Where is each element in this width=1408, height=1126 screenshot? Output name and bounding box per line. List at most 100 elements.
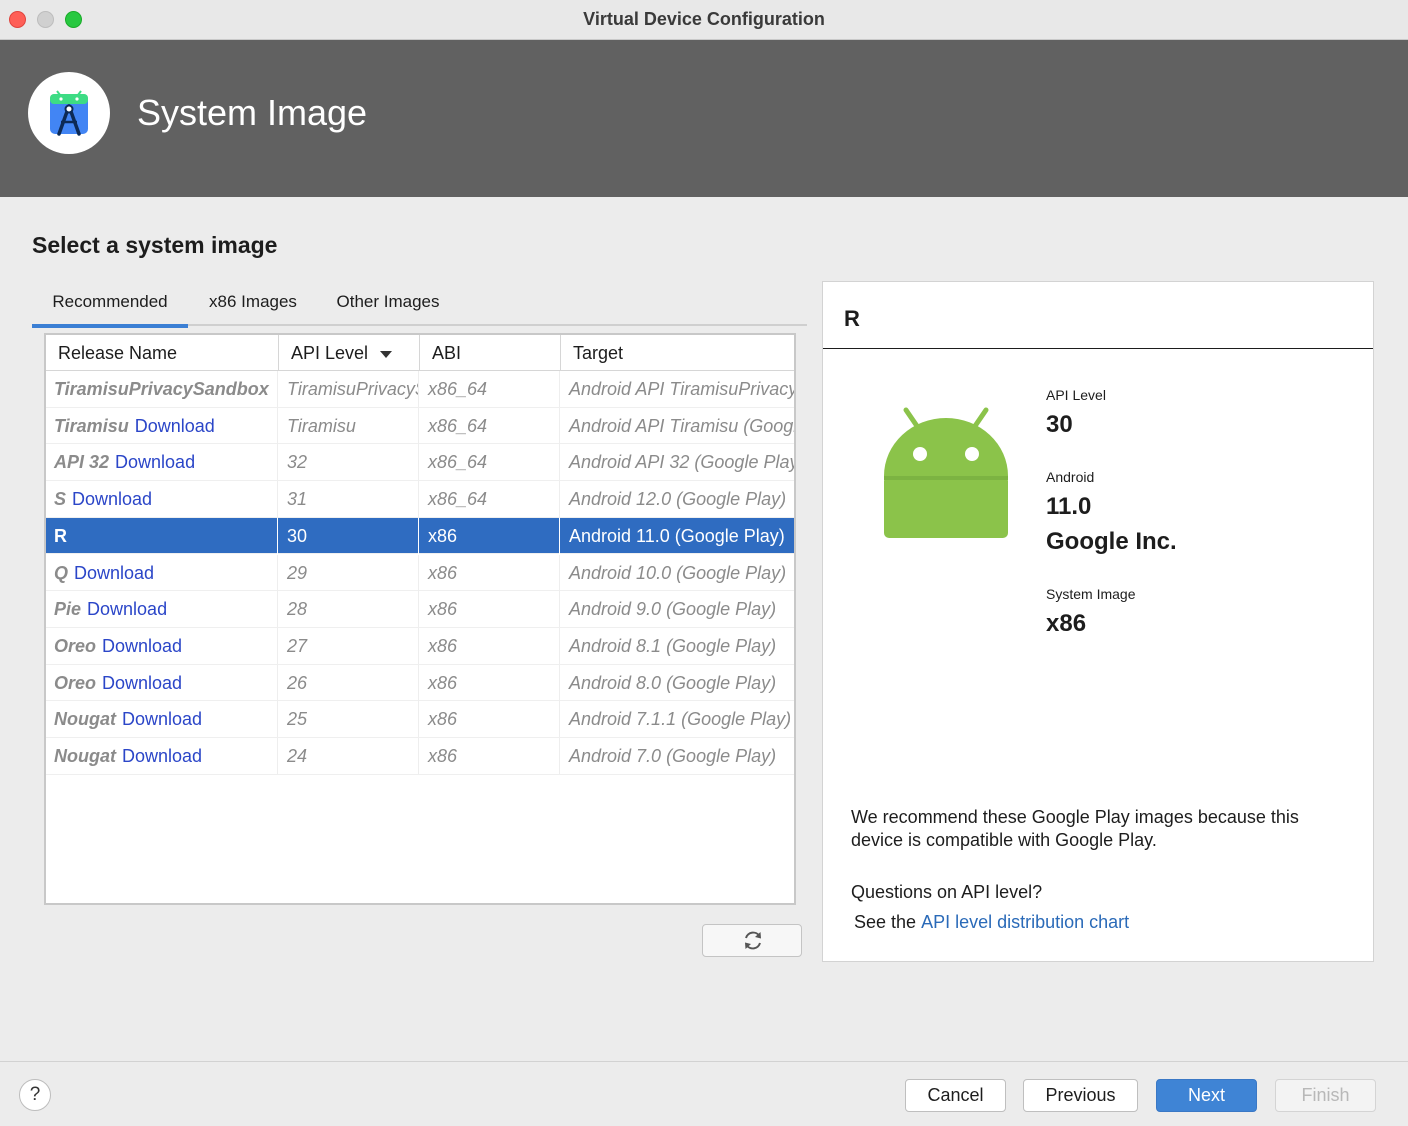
- android-robot-icon: [881, 404, 1011, 549]
- download-link[interactable]: Download: [87, 599, 167, 619]
- sort-descending-icon: [380, 350, 393, 358]
- column-header-release-name[interactable]: Release Name: [46, 335, 279, 371]
- target-cell: Android API Tiramisu (Google Play): [569, 415, 794, 436]
- release-name: Oreo: [54, 635, 97, 656]
- table-row[interactable]: Nougat Download 25 x86 Android 7.1.1 (Google…: [46, 701, 794, 738]
- download-link[interactable]: Download: [72, 489, 152, 509]
- abi-cell: x86: [420, 664, 560, 701]
- column-header-target[interactable]: Target: [561, 335, 794, 371]
- download-link[interactable]: Download: [74, 563, 154, 583]
- help-button[interactable]: ?: [19, 1079, 51, 1111]
- table-row[interactable]: Pie Download 28 x86 Android 9.0 (Google Play…: [46, 591, 794, 628]
- release-name-cell: S Download: [46, 481, 278, 518]
- target-cell: Android 9.0 (Google Play): [569, 599, 777, 620]
- release-name-cell: Nougat Download: [46, 738, 278, 774]
- system-image-value: x86: [1046, 610, 1087, 637]
- column-label: API Level: [291, 343, 369, 363]
- section-title: Select a system image: [32, 232, 278, 258]
- column-label: Release Name: [58, 343, 178, 363]
- vendor-value: Google Inc.: [1046, 528, 1177, 555]
- table-row[interactable]: Oreo Download 27 x86 Android 8.1 (Google Pla…: [46, 627, 794, 665]
- see-chart-text: See the API level distribution chart: [854, 912, 1129, 933]
- target-cell: Android 12.0 (Google Play): [569, 489, 787, 510]
- target-cell: Android 7.1.1 (Google Play): [569, 709, 792, 730]
- tab-recommended[interactable]: Recommended: [32, 284, 188, 328]
- table-row[interactable]: Q Download 29 x86 Android 10.0 (Google Play): [46, 554, 794, 592]
- download-link[interactable]: Download: [135, 416, 215, 436]
- abi-cell: x86: [420, 554, 560, 591]
- release-name: Oreo: [54, 672, 97, 693]
- cancel-button[interactable]: Cancel: [905, 1079, 1006, 1112]
- abi-cell: x86: [420, 701, 560, 738]
- header-banner: System Image: [0, 40, 1408, 197]
- table-row[interactable]: Oreo Download 26 x86 Android 8.0 (Google Pla…: [46, 664, 794, 702]
- system-image-label: System Image: [1046, 586, 1136, 602]
- release-name: R: [54, 525, 67, 546]
- refresh-button[interactable]: [702, 924, 802, 957]
- release-name: Q: [54, 562, 69, 583]
- window-title: Virtual Device Configuration: [583, 9, 825, 29]
- android-studio-logo-icon: [28, 72, 110, 154]
- android-version-label: Android: [1046, 469, 1095, 485]
- release-name-cell: Nougat Download: [46, 701, 278, 738]
- table-row[interactable]: S Download 31 x86_64 Android 12.0 (Google Pl…: [46, 481, 794, 518]
- previous-button[interactable]: Previous: [1023, 1079, 1138, 1112]
- target-cell: Android 7.0 (Google Play): [569, 746, 777, 766]
- abi-cell: x86: [420, 591, 560, 628]
- download-link[interactable]: Download: [122, 746, 202, 766]
- api-level-cell: 30: [279, 517, 419, 554]
- table-row[interactable]: TiramisuPrivacySandbox TiramisuPrivacySan…: [46, 371, 794, 408]
- release-name-cell: Tiramisu Download: [46, 407, 278, 444]
- release-name: S: [54, 489, 67, 510]
- table-row[interactable]: Nougat Download 24 x86 Android 7.0 (Google P…: [46, 738, 794, 775]
- api-distribution-chart-link[interactable]: API level distribution chart: [921, 912, 1129, 932]
- download-link[interactable]: Download: [122, 709, 202, 729]
- column-label: Target: [573, 343, 624, 363]
- refresh-icon: [745, 931, 761, 950]
- release-name-cell: Oreo Download: [46, 664, 278, 701]
- window-titlebar: Virtual Device Configuration: [0, 0, 1408, 40]
- target-cell: Android 8.1 (Google Play): [569, 635, 777, 656]
- finish-button: Finish: [1275, 1079, 1376, 1112]
- target-cell: Android 10.0 (Google Play): [569, 562, 787, 583]
- table-row[interactable]: Tiramisu Download Tiramisu x86_64 Android AP…: [46, 407, 794, 445]
- download-link[interactable]: Download: [115, 452, 195, 472]
- release-name: Pie: [54, 599, 82, 620]
- abi-cell: x86: [420, 517, 560, 554]
- release-name: Tiramisu: [54, 415, 129, 436]
- abi-cell: x86_64: [420, 481, 560, 518]
- download-link[interactable]: Download: [102, 636, 182, 656]
- page-title: System Image: [137, 92, 368, 133]
- api-level-cell: TiramisuPrivacySandbox: [279, 371, 419, 407]
- column-header-api-level[interactable]: API Level: [279, 335, 420, 371]
- tab-x86-images[interactable]: x86 Images: [200, 284, 306, 326]
- detail-header: R: [823, 282, 1373, 349]
- api-level-cell: 25: [279, 701, 419, 738]
- see-prefix: See the: [854, 912, 917, 932]
- next-button[interactable]: Next: [1156, 1079, 1257, 1112]
- abi-cell: x86: [420, 738, 560, 774]
- target-cell: Android API 32 (Google Play): [569, 452, 794, 473]
- target-cell: Android 8.0 (Google Play): [569, 672, 777, 693]
- release-name: Nougat: [54, 709, 116, 730]
- column-header-abi[interactable]: ABI: [420, 335, 561, 371]
- table-row[interactable]: API 32 Download 32 x86_64 Android API 32 (Go…: [46, 444, 794, 482]
- table-header: Release Name API Level ABI Target: [46, 335, 794, 371]
- api-level-cell: 24: [279, 738, 419, 774]
- api-level-cell: 26: [279, 664, 419, 701]
- abi-cell: x86_64: [420, 371, 560, 407]
- image-detail-panel: R API Level 30 Android 11.0 Google Inc. …: [822, 281, 1374, 962]
- column-label: ABI: [432, 343, 462, 363]
- api-level-cell: 27: [279, 627, 419, 664]
- recommendation-text: We recommend these Google Play images be…: [851, 807, 1299, 850]
- release-name-cell: API 32 Download: [46, 444, 278, 481]
- release-name: Nougat: [54, 746, 116, 766]
- abi-cell: x86: [420, 627, 560, 664]
- tab-other-images[interactable]: Other Images: [326, 284, 450, 326]
- release-name-cell: TiramisuPrivacySandbox: [46, 371, 278, 407]
- download-link[interactable]: Download: [102, 673, 182, 693]
- table-row[interactable]: R 30 x86 Android 11.0 (Google Play): [46, 517, 794, 555]
- system-image-table[interactable]: Release Name API Level ABI Target Tirami…: [44, 333, 796, 905]
- api-question-text: Questions on API level?: [851, 882, 1043, 902]
- detail-title: R: [844, 306, 860, 331]
